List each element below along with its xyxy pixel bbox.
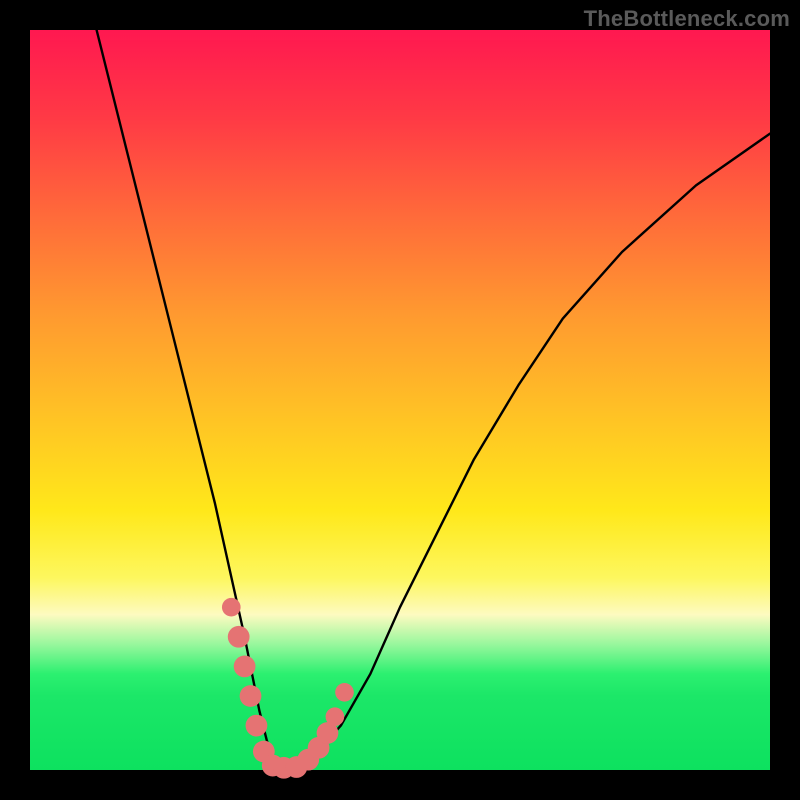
highlighted-point [326, 707, 345, 726]
highlighted-point [240, 685, 262, 707]
highlighted-point [222, 598, 241, 617]
highlighted-point [246, 715, 268, 737]
chart-svg [30, 30, 770, 770]
highlighted-point [228, 626, 250, 648]
watermark-text: TheBottleneck.com [584, 6, 790, 32]
highlighted-point [234, 656, 256, 678]
highlighted-point [335, 683, 354, 702]
bottleneck-curve-line [97, 30, 770, 769]
